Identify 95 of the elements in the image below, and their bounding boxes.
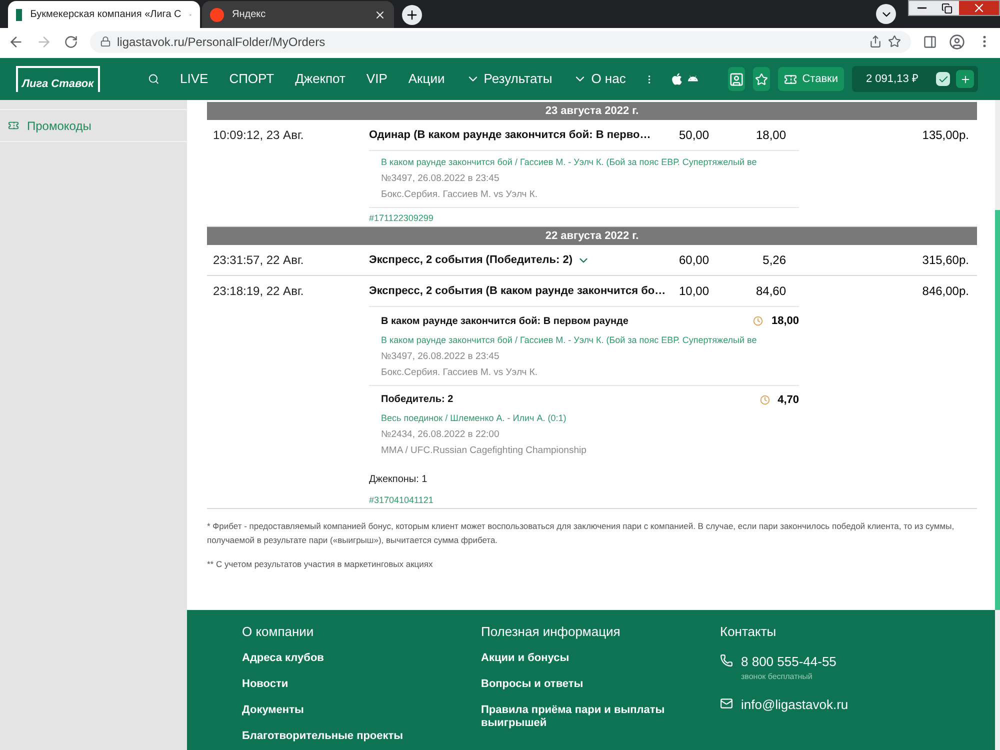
order-time: 10:09:12, 23 Авг. [212, 127, 305, 144]
footer-link[interactable]: Благотворительные проекты [242, 730, 432, 742]
browser-tab[interactable]: Букмекерская компания «Лига С [8, 1, 200, 28]
profile-icon[interactable] [949, 34, 965, 50]
share-icon[interactable] [869, 35, 882, 48]
order-title[interactable]: Одинар (В каком раунде закончится бой: В перво… [369, 126, 679, 144]
footer-link[interactable]: Акции и бонусы [481, 652, 671, 664]
new-tab-button[interactable] [402, 5, 422, 25]
nav-link[interactable]: VIP [366, 69, 388, 89]
league-info: Бокс.Сербия. Гассиев М. vs Уэлч К. [381, 366, 539, 380]
order-time: 23:31:57, 22 Авг. [212, 252, 305, 269]
nav-link[interactable]: О нас [573, 69, 626, 89]
order-title[interactable]: Экспресс, 2 события (Победитель: 2) [369, 252, 679, 268]
order-payout: 135,00р. [921, 127, 970, 144]
footer-heading: Полезная информация [481, 623, 622, 641]
footer-link[interactable]: Новости [242, 678, 432, 690]
footnote: * Фрибет - предоставляемый компанией бонус, которым клиент может воспользоваться для заключения пари с компанией. В случае, если пари закончилось победой клиента, то из суммы, получаемой в результате пари («выигрыш»), вычитается сумма фрибета. [207, 520, 956, 547]
footer-link[interactable]: Документы [242, 704, 432, 716]
mail-icon [720, 697, 733, 710]
contact-note: звонок бесплатный [741, 671, 814, 683]
order-id[interactable]: #171122309299 [369, 213, 434, 223]
ticket-icon [8, 120, 19, 131]
jackpots-count: Джекпоны: 1 [369, 474, 428, 485]
balance-amount[interactable]: 2 091,13 ₽ [866, 70, 930, 88]
event-info: №2434, 26.08.2022 в 22:00 [381, 428, 500, 442]
nav-link[interactable]: Результаты [466, 69, 552, 89]
footer-heading: Контакты [720, 623, 778, 641]
tab-title: Яндекс [232, 8, 267, 22]
footer-link[interactable]: Адреса клубов [242, 652, 432, 664]
site-logo[interactable]: Лига Ставок [16, 66, 100, 92]
back-icon[interactable] [8, 34, 24, 50]
side-panel-icon[interactable] [923, 34, 937, 48]
close-icon[interactable] [374, 8, 386, 20]
order-stake: 60,00 [679, 252, 709, 269]
selection-title: В каком раунде закончится бой: В первом раунде [381, 314, 630, 329]
user-card-icon [729, 72, 744, 86]
scrollbar[interactable] [995, 100, 1000, 750]
market-link[interactable]: В каком раунде закончится бой / Гассиев М. - Уэлч К. (Бой за пояс ЕВР. Супертяжелый ве [381, 334, 757, 344]
nav-link[interactable]: Джекпот [295, 69, 346, 89]
footer-link[interactable]: Правила приёма пари и выплаты выигрышей [481, 704, 671, 730]
order-coefficient: 18,00 [754, 127, 786, 144]
event-info: №3497, 26.08.2022 в 23:45 [381, 350, 500, 364]
contact-link[interactable]: 8 800 555-44-55 [741, 652, 836, 671]
ticket-icon [784, 72, 798, 86]
url-text: ligastavok.ru/PersonalFolder/MyOrders [117, 34, 326, 50]
phone-icon [720, 654, 733, 666]
star-icon [755, 72, 768, 86]
date-header: 23 августа 2022 г. [207, 102, 977, 120]
clock-icon [753, 316, 764, 326]
market-link[interactable]: В каком раунде закончится бой / Гассиев М. - Уэлч К. (Бой за пояс ЕВР. Супертяжелый ве [381, 157, 757, 167]
address-bar[interactable]: ligastavok.ru/PersonalFolder/MyOrders [90, 30, 911, 52]
sidebar-item[interactable]: Промокоды [0, 110, 187, 142]
bets-button[interactable]: Ставки [778, 67, 844, 91]
check-icon [938, 74, 948, 84]
order-coefficient: 5,26 [762, 252, 786, 269]
nav-link[interactable]: LIVE [180, 69, 208, 89]
contact-link[interactable]: info@ligastavok.ru [741, 695, 848, 714]
order-time: 23:18:19, 22 Авг. [212, 283, 305, 300]
order-payout: 315,60р. [921, 252, 970, 269]
nav-link[interactable]: Акции [408, 69, 445, 89]
order-coefficient: 84,60 [754, 283, 786, 300]
market-link[interactable]: Весь поединок / Шлеменко А. - Илич А. (0:1) [381, 413, 566, 423]
order-stake: 50,00 [679, 127, 709, 144]
tab-title: Букмекерская компания «Лига С [30, 8, 182, 22]
footer-heading: О компании [242, 623, 315, 641]
reload-icon[interactable] [64, 34, 78, 48]
apple-icon[interactable] [672, 72, 682, 86]
nav-link[interactable]: СПОРТ [229, 69, 274, 89]
account-button[interactable] [728, 67, 746, 91]
deposit-button[interactable] [956, 70, 974, 88]
order-payout: 846,00р. [921, 283, 970, 300]
tab-search-button[interactable] [876, 4, 896, 24]
order-id[interactable]: #317041041121 [369, 495, 434, 505]
plus-icon [405, 8, 419, 22]
order-stake: 10,00 [679, 283, 709, 300]
bookmark-icon[interactable] [888, 35, 901, 48]
event-info: №3497, 26.08.2022 в 23:45 [381, 172, 500, 186]
selection-title: Победитель: 2 [381, 393, 454, 408]
favorites-button[interactable] [753, 67, 770, 91]
selection-coefficient: 4,70 [778, 392, 799, 408]
clock-icon [760, 394, 770, 405]
close-icon[interactable] [959, 1, 999, 15]
league-info: MMA / UFC.Russian Cagefighting Championship [381, 444, 588, 458]
lock-icon [100, 36, 111, 47]
footnote: ** С учетом результатов участия в маркетинговых акциях [207, 558, 434, 571]
league-info: Бокс.Сербия. Гассиев М. vs Уэлч К. [381, 188, 539, 202]
selection-coefficient: 18,00 [771, 314, 799, 329]
plus-icon [960, 74, 970, 84]
site-favicon-icon [210, 8, 224, 22]
order-title[interactable]: Экспресс, 2 события (В каком раунде закончится бо… [369, 282, 679, 300]
footer-link[interactable]: Вопросы и ответы [481, 678, 671, 690]
site-favicon-icon [16, 8, 22, 20]
browser-tab[interactable]: Яндекс [202, 1, 394, 28]
date-header: 22 августа 2022 г. [207, 227, 977, 245]
balance-toggle-button[interactable] [936, 72, 950, 86]
